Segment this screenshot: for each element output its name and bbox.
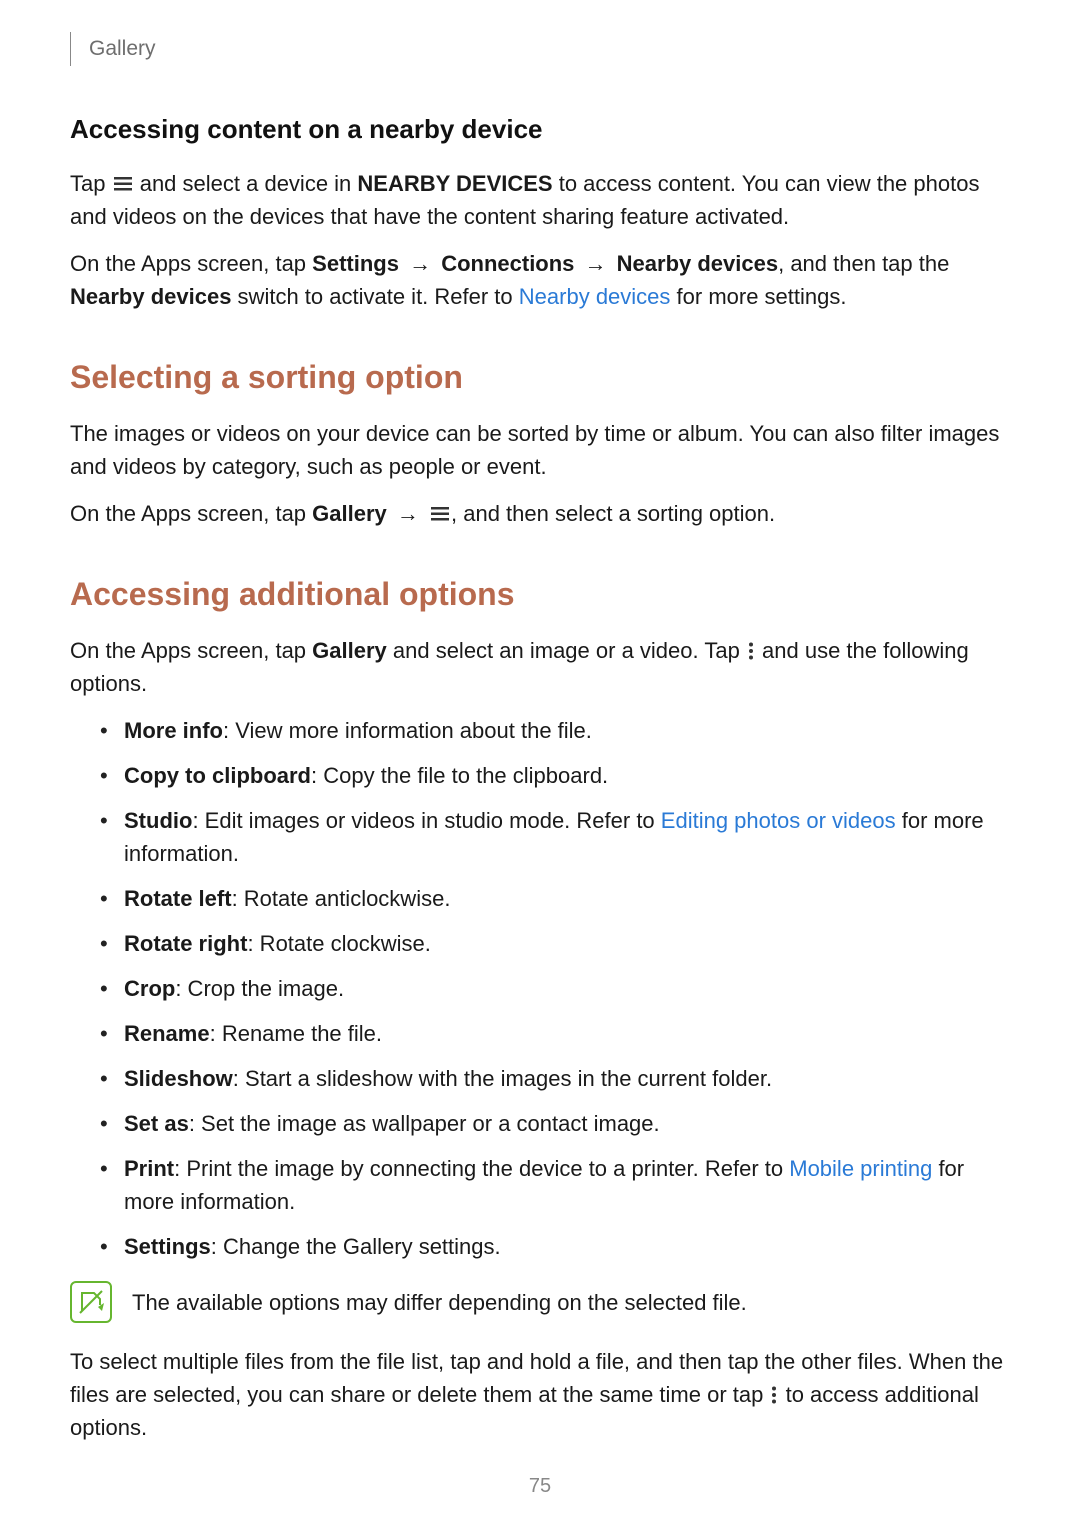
text: and select a device in — [134, 171, 358, 196]
text: : Change the Gallery settings. — [211, 1234, 501, 1259]
text: for more settings. — [670, 284, 846, 309]
paragraph-sorting-1: The images or videos on your device can … — [70, 417, 1010, 483]
text-bold: Settings — [124, 1234, 211, 1259]
text: : Copy the file to the clipboard. — [311, 763, 608, 788]
paragraph-multiselect: To select multiple files from the file l… — [70, 1345, 1010, 1444]
list-item: Slideshow: Start a slideshow with the im… — [100, 1062, 1010, 1095]
text-bold: Set as — [124, 1111, 189, 1136]
breadcrumb: Gallery — [70, 32, 1010, 66]
text: On the Apps screen, tap — [70, 251, 312, 276]
more-icon — [746, 642, 756, 660]
crumb-divider — [70, 32, 71, 66]
heading-sorting-option: Selecting a sorting option — [70, 353, 1010, 401]
heading-accessing-nearby: Accessing content on a nearby device — [70, 110, 1010, 149]
text-bold: Print — [124, 1156, 174, 1181]
list-item: Print: Print the image by connecting the… — [100, 1152, 1010, 1218]
text: Tap — [70, 171, 112, 196]
text-bold: Rotate right — [124, 931, 247, 956]
text: : View more information about the file. — [223, 718, 592, 743]
text: : Edit images or videos in studio mode. … — [192, 808, 660, 833]
more-icon — [769, 1386, 779, 1404]
text: switch to activate it. Refer to — [231, 284, 518, 309]
hamburger-icon — [429, 507, 451, 521]
text: : Start a slideshow with the images in t… — [233, 1066, 772, 1091]
heading-additional-options: Accessing additional options — [70, 570, 1010, 618]
hamburger-icon — [112, 177, 134, 191]
arrow-icon: → — [574, 251, 616, 276]
text: : Set the image as wallpaper or a contac… — [189, 1111, 660, 1136]
page-number: 75 — [0, 1471, 1080, 1501]
list-item: Set as: Set the image as wallpaper or a … — [100, 1107, 1010, 1140]
text-bold: More info — [124, 718, 223, 743]
text: On the Apps screen, tap — [70, 501, 312, 526]
list-item: Settings: Change the Gallery settings. — [100, 1230, 1010, 1263]
text-bold: Slideshow — [124, 1066, 233, 1091]
paragraph-additional-1: On the Apps screen, tap Gallery and sele… — [70, 634, 1010, 700]
text-bold: Nearby devices — [70, 284, 231, 309]
list-item: Copy to clipboard: Copy the file to the … — [100, 759, 1010, 792]
list-item: Rotate right: Rotate clockwise. — [100, 927, 1010, 960]
list-item: Rotate left: Rotate anticlockwise. — [100, 882, 1010, 915]
text-bold: NEARBY DEVICES — [357, 171, 552, 196]
text: , and then tap the — [778, 251, 949, 276]
text-bold: Gallery — [312, 638, 387, 663]
text-bold: Gallery — [312, 501, 387, 526]
options-list: More info: View more information about t… — [100, 714, 1010, 1263]
text: : Rotate anticlockwise. — [232, 886, 451, 911]
text-bold: Rotate left — [124, 886, 232, 911]
arrow-icon: → — [399, 251, 441, 276]
paragraph-sorting-2: On the Apps screen, tap Gallery → , and … — [70, 497, 1010, 530]
text-bold: Connections — [441, 251, 574, 276]
note-row: The available options may differ dependi… — [70, 1281, 1010, 1323]
arrow-icon: → — [387, 501, 429, 526]
list-item: Crop: Crop the image. — [100, 972, 1010, 1005]
list-item: More info: View more information about t… — [100, 714, 1010, 747]
text-bold: Studio — [124, 808, 192, 833]
text-bold: Nearby devices — [617, 251, 778, 276]
paragraph-nearby-2: On the Apps screen, tap Settings → Conne… — [70, 247, 1010, 313]
text: : Print the image by connecting the devi… — [174, 1156, 789, 1181]
link-nearby-devices[interactable]: Nearby devices — [519, 284, 671, 309]
text: On the Apps screen, tap — [70, 638, 312, 663]
text-bold: Crop — [124, 976, 175, 1001]
text: : Crop the image. — [175, 976, 344, 1001]
list-item: Rename: Rename the file. — [100, 1017, 1010, 1050]
text-bold: Copy to clipboard — [124, 763, 311, 788]
text: , and then select a sorting option. — [451, 501, 775, 526]
text: : Rename the file. — [210, 1021, 382, 1046]
link-mobile-printing[interactable]: Mobile printing — [789, 1156, 932, 1181]
breadcrumb-label: Gallery — [89, 33, 156, 65]
text: : Rotate clockwise. — [247, 931, 430, 956]
paragraph-nearby-1: Tap and select a device in NEARBY DEVICE… — [70, 167, 1010, 233]
list-item: Studio: Edit images or videos in studio … — [100, 804, 1010, 870]
text: and select an image or a video. Tap — [387, 638, 746, 663]
link-editing-photos[interactable]: Editing photos or videos — [661, 808, 896, 833]
note-icon — [70, 1281, 112, 1323]
text-bold: Settings — [312, 251, 399, 276]
text-bold: Rename — [124, 1021, 210, 1046]
note-text: The available options may differ dependi… — [132, 1286, 747, 1319]
